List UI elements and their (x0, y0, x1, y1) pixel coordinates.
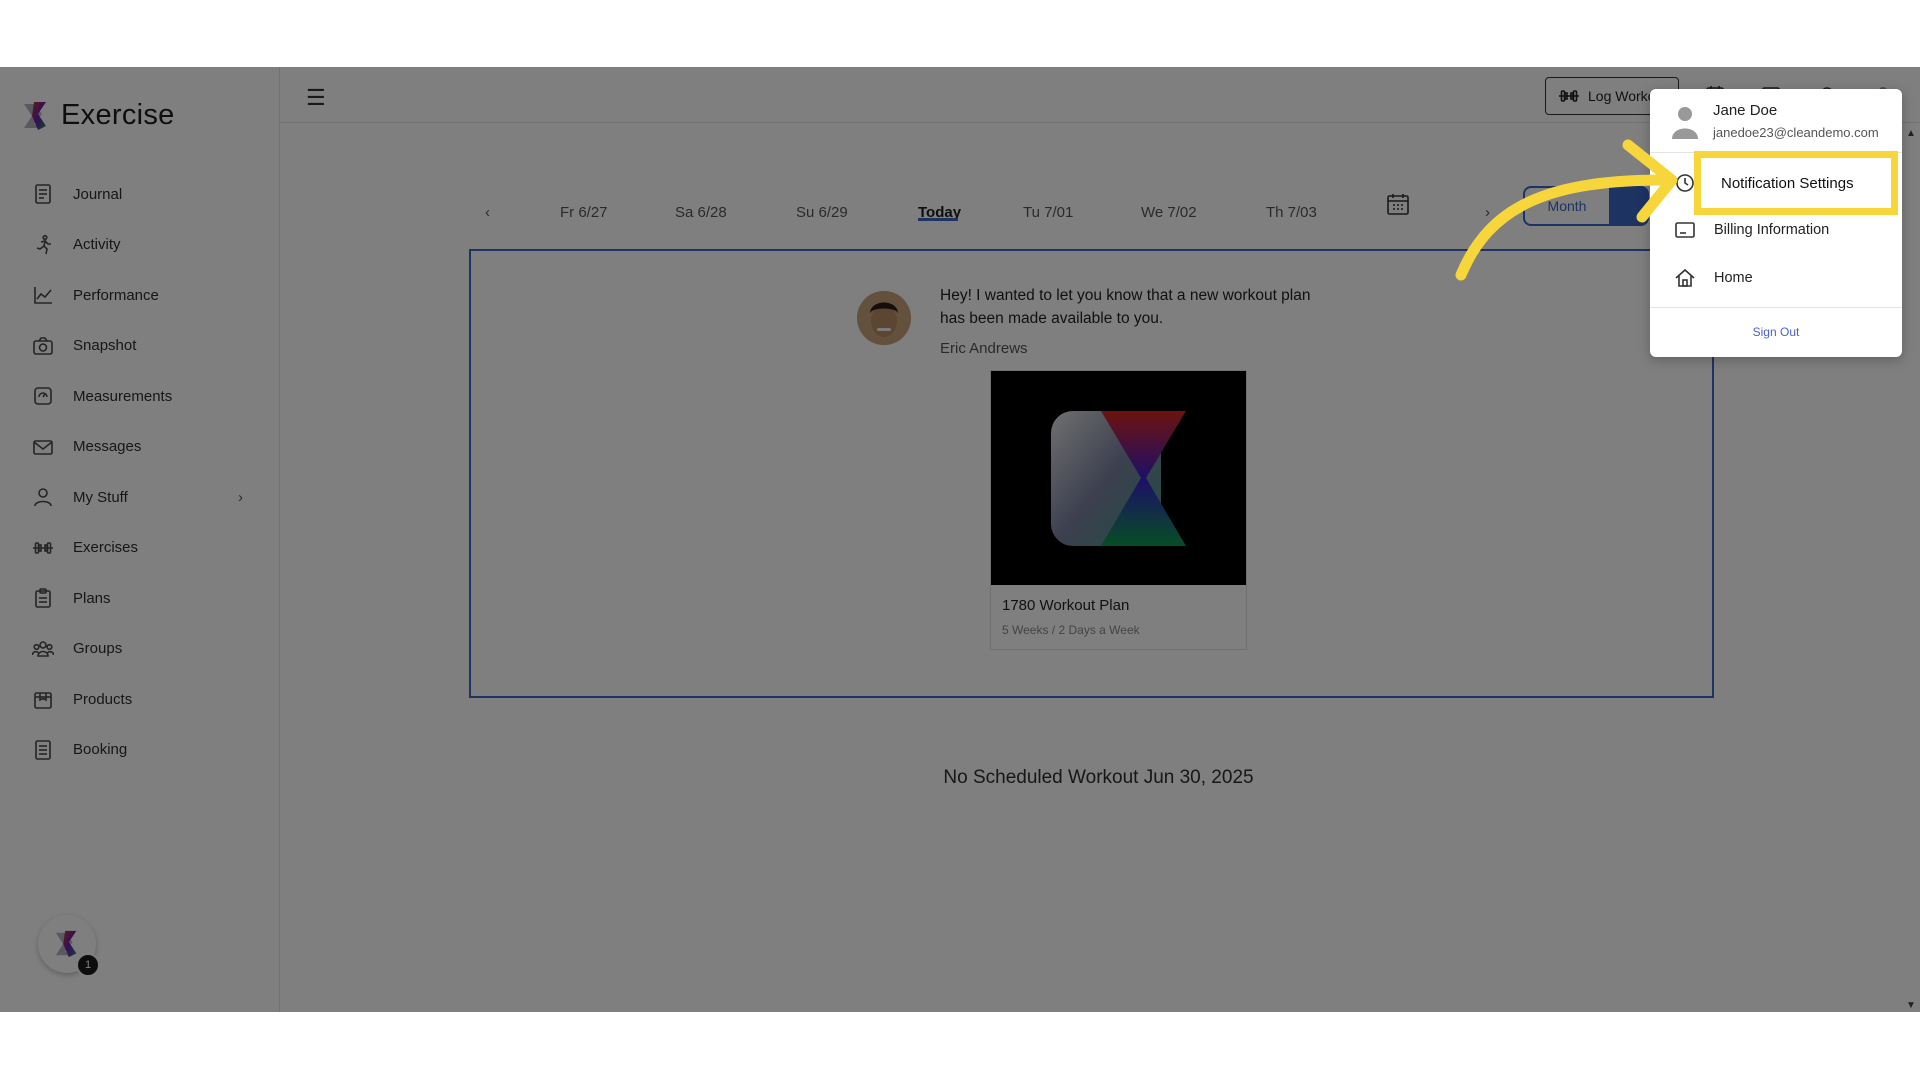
log-workout-label: Log Worko (1588, 88, 1656, 104)
date-item[interactable]: Sa 6/28 (675, 204, 727, 221)
sidebar-item-booking[interactable]: Booking (0, 725, 279, 776)
chat-count-badge: 1 (76, 953, 100, 977)
sidebar-item-label: Performance (73, 286, 159, 304)
dumbbell-icon (1559, 90, 1579, 102)
sidebar-item-plans[interactable]: Plans (0, 573, 279, 624)
user-avatar-icon (1672, 107, 1698, 139)
prev-day-button[interactable]: ‹ (485, 204, 490, 221)
sidebar-item-activity[interactable]: Activity (0, 220, 279, 271)
workout-plan-subtitle: 5 Weeks / 2 Days a Week (1002, 623, 1140, 637)
message-text: Hey! I wanted to let you know that a new… (940, 287, 1311, 327)
calendar-picker-icon[interactable] (1386, 192, 1410, 216)
workout-plan-card[interactable]: 1780 Workout Plan 5 Weeks / 2 Days a Wee… (990, 370, 1247, 650)
mail-icon (32, 436, 54, 458)
date-item[interactable]: Tu 7/01 (1023, 204, 1073, 221)
sidebar-item-label: Exercises (73, 539, 139, 557)
today-indicator (918, 218, 958, 221)
menu-item-label: Notification Settings (1721, 174, 1854, 192)
exercise-logo-icon (24, 101, 46, 130)
hamburger-menu-icon[interactable]: ☰ (306, 85, 326, 111)
sidebar-item-my-stuff[interactable]: My Stuff › (0, 472, 279, 523)
sidebar-item-label: Groups (73, 640, 123, 658)
sidebar-item-label: Booking (73, 741, 128, 759)
menu-item-label: Billing Information (1714, 222, 1830, 238)
notification-settings-highlight[interactable]: Notification Settings (1694, 151, 1898, 215)
dumbbell-icon (32, 537, 54, 559)
brand[interactable]: Exercise (20, 99, 175, 132)
package-icon (32, 688, 54, 710)
brand-name: Exercise (61, 99, 175, 131)
workout-plan-image (991, 371, 1246, 585)
sidebar-item-journal[interactable]: Journal (0, 169, 279, 220)
scroll-up-arrow[interactable]: ▲ (1906, 128, 1916, 139)
date-item[interactable]: Su 6/29 (796, 204, 848, 221)
sidebar-item-snapshot[interactable]: Snapshot (0, 321, 279, 372)
sidebar-item-products[interactable]: Products (0, 674, 279, 725)
date-item[interactable]: Fr 6/27 (560, 204, 608, 221)
sidebar: Exercise Journal Activity Performance Sn… (0, 67, 280, 1012)
sidebar-item-exercises[interactable]: Exercises (0, 523, 279, 574)
sidebar-item-performance[interactable]: Performance (0, 270, 279, 321)
user-icon (32, 486, 54, 508)
sidebar-nav: Journal Activity Performance Snapshot Me… (0, 169, 279, 775)
user-name: Jane Doe (1713, 102, 1778, 119)
sidebar-item-label: Activity (73, 236, 121, 254)
sidebar-item-label: Measurements (73, 387, 173, 405)
sidebar-item-label: Snapshot (73, 337, 137, 355)
sign-out-link[interactable]: Sign Out (1650, 325, 1902, 339)
menu-divider (1650, 307, 1902, 308)
no-workout-status: No Scheduled Workout Jun 30, 2025 (943, 767, 1254, 788)
scroll-down-arrow[interactable]: ▼ (1906, 1000, 1916, 1011)
date-item[interactable]: Th 7/03 (1266, 204, 1317, 221)
sidebar-item-label: Plans (73, 589, 111, 607)
workout-plan-title: 1780 Workout Plan (1002, 597, 1130, 614)
clipboard-icon (32, 587, 54, 609)
group-icon (32, 638, 54, 660)
chart-icon (32, 284, 54, 306)
sidebar-item-label: Journal (73, 185, 123, 203)
chat-launcher-button[interactable]: 1 (38, 915, 100, 977)
message-author: Eric Andrews (940, 340, 1028, 357)
tutorial-arrow-icon (1455, 139, 1678, 281)
sidebar-item-messages[interactable]: Messages (0, 422, 279, 473)
chevron-right-icon[interactable]: › (238, 489, 243, 506)
running-icon (32, 234, 54, 256)
exercise-logo-icon (55, 930, 77, 958)
journal-icon (32, 183, 54, 205)
booking-icon (32, 739, 54, 761)
camera-icon (32, 335, 54, 357)
author-avatar (857, 291, 911, 345)
sidebar-item-measurements[interactable]: Measurements (0, 371, 279, 422)
sidebar-item-groups[interactable]: Groups (0, 624, 279, 675)
menu-item-label: Home (1714, 270, 1753, 286)
date-item[interactable]: We 7/02 (1141, 204, 1197, 221)
sidebar-item-label: My Stuff (73, 488, 128, 506)
measurements-icon (32, 385, 54, 407)
sidebar-item-label: Products (73, 690, 133, 708)
user-email: janedoe23@cleandemo.com (1713, 125, 1879, 140)
sidebar-item-label: Messages (73, 438, 142, 456)
